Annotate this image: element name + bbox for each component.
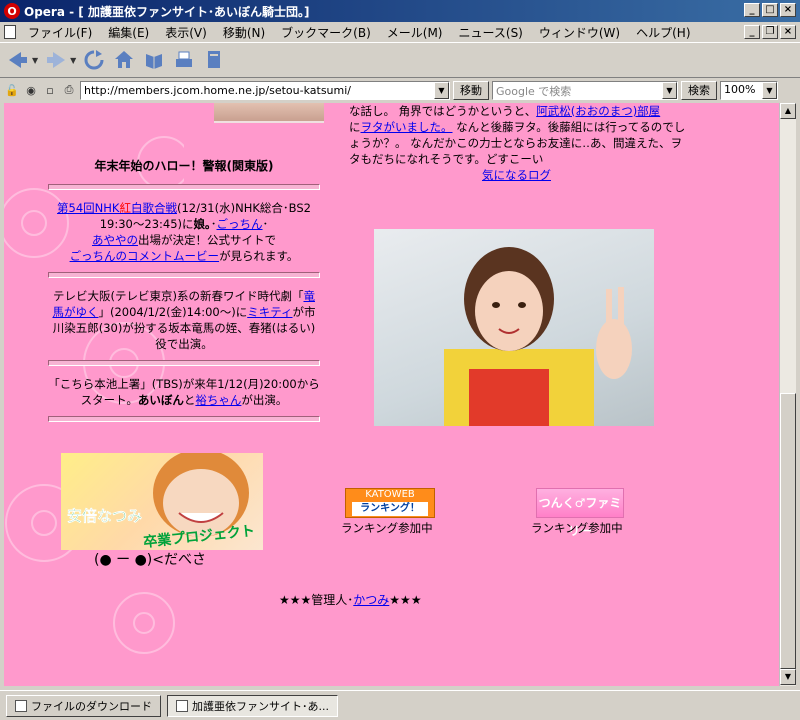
news-item-kohaku: 第54回NHK紅白歌合戦(12/31(水)NHK総合･BS2 19:30〜23:… <box>57 201 311 263</box>
mdi-restore-button[interactable]: ❐ <box>762 25 778 39</box>
scroll-thumb[interactable] <box>780 393 796 669</box>
katoweb-ranking-banner[interactable]: KATOWEB ランキング！ <box>345 488 435 518</box>
menu-file[interactable]: ファイル(F) <box>20 24 100 41</box>
gocchin-link[interactable]: ごっちん <box>217 217 263 231</box>
download-tab[interactable]: ファイルのダウンロード <box>6 694 161 717</box>
scroll-up-button[interactable]: ▲ <box>780 103 796 119</box>
document-icon <box>4 25 16 39</box>
admin-footer: ★★★管理人･かつみ★★★ <box>279 593 422 607</box>
divider <box>48 184 320 190</box>
navigation-toolbar: ▼ ▼ <box>0 42 800 78</box>
ranking-caption: ランキング参加中 <box>531 521 623 535</box>
top-photo-fragment <box>214 103 324 123</box>
go-button[interactable]: 移動 <box>453 80 489 100</box>
print-button[interactable] <box>172 48 196 72</box>
menu-bar: ファイル(F) 編集(E) 表示(V) 移動(N) ブックマーク(B) メール(… <box>0 22 800 42</box>
new-page-button[interactable] <box>202 48 226 72</box>
search-input[interactable]: Google で検索 ▼ <box>492 80 678 100</box>
url-dropdown-icon[interactable]: ▼ <box>434 81 449 99</box>
menu-navigate[interactable]: 移動(N) <box>215 24 273 41</box>
divider <box>48 360 320 366</box>
forward-dropdown-icon[interactable]: ▼ <box>70 56 76 65</box>
katoweb-logo-text: KATOWEB <box>346 489 434 501</box>
katoweb-ranking-text: ランキング！ <box>352 502 428 516</box>
natsumi-graduation-banner[interactable]: 安倍なつみ 卒業プロジェクト <box>61 453 263 550</box>
notice-title: 年末年始のハロー！警報(関東版) <box>94 159 274 173</box>
scroll-down-button[interactable]: ▼ <box>780 669 796 685</box>
window-title: Opera - [ 加護亜依ファンサイト･あいぼん騎士団。] <box>24 4 310 19</box>
divider <box>48 416 320 422</box>
menu-bookmarks[interactable]: ブックマーク(B) <box>273 24 379 41</box>
hotlist-button[interactable] <box>142 48 166 72</box>
address-bar: 🔓 ◉ ▫ ⎙ http://members.jcom.home.ne.jp/s… <box>0 79 800 101</box>
zoom-dropdown-icon[interactable]: ▼ <box>762 81 777 99</box>
url-input[interactable]: http://members.jcom.home.ne.jp/setou-kat… <box>80 80 450 100</box>
search-engine-dropdown-icon[interactable]: ▼ <box>662 81 677 99</box>
news-item-ikegami: 「こちら本池上署」(TBS)が来年1/12(月)20:00からスタート。あいぼん… <box>48 377 320 407</box>
hotlist-icon <box>146 54 163 69</box>
kohaku-link[interactable]: 第54回NHK紅白歌合戦 <box>57 201 177 215</box>
lock-icon[interactable]: 🔓 <box>4 82 20 98</box>
natsumi-banner-title: 安倍なつみ <box>67 507 143 525</box>
idol-photo <box>374 229 654 426</box>
maximize-button[interactable]: □ <box>762 3 778 17</box>
katsumi-link[interactable]: かつみ <box>353 593 389 607</box>
news-item-ryoma: テレビ大阪(テレビ東京)系の新春ワイド時代劇「竜馬がゆく」(2004/1/2(金… <box>52 289 316 351</box>
zoom-select[interactable]: 100% ▼ <box>720 80 778 100</box>
close-button[interactable]: × <box>780 3 796 17</box>
back-arrow-icon <box>9 52 27 68</box>
menu-news[interactable]: ニュース(S) <box>450 24 530 41</box>
new-page-icon <box>208 51 221 68</box>
onomatsu-link[interactable]: 阿武松(おおのまつ)部屋 <box>536 104 660 118</box>
mikitty-link[interactable]: ミキティ <box>247 305 292 319</box>
zoom-value: 100% <box>724 82 756 96</box>
minimize-button[interactable]: _ <box>744 3 760 17</box>
menu-mail[interactable]: メール(M) <box>379 24 451 41</box>
back-button[interactable] <box>6 48 30 72</box>
yuko-link[interactable]: 裕ちゃん <box>195 393 241 407</box>
search-button[interactable]: 検索 <box>681 80 717 100</box>
back-dropdown-icon[interactable]: ▼ <box>32 56 38 65</box>
menu-help[interactable]: ヘルプ(H) <box>628 24 698 41</box>
cookie-icon[interactable]: ◉ <box>23 82 39 98</box>
divider <box>48 272 320 278</box>
window-tab-bar: ファイルのダウンロード 加護亜依ファンサイト･あ... <box>0 690 800 720</box>
reload-button[interactable] <box>82 48 106 72</box>
log-link[interactable]: 気になるログ <box>482 167 551 183</box>
dabesa-caption: (● ー ●)<だべさ <box>94 552 206 568</box>
title-bar: O Opera - [ 加護亜依ファンサイト･あいぼん騎士団。] _ □ × <box>0 0 800 22</box>
menu-edit[interactable]: 編集(E) <box>100 24 157 41</box>
download-icon <box>15 699 27 712</box>
reload-icon <box>84 50 104 70</box>
home-icon <box>115 51 134 68</box>
forward-arrow-icon <box>47 52 66 68</box>
gocchin-movie-link[interactable]: ごっちんのコメントムービー <box>70 249 220 263</box>
search-placeholder: Google で検索 <box>496 84 572 98</box>
tsunku-family-banner[interactable]: つんく♂ファミリー <box>536 488 624 538</box>
forward-button[interactable] <box>44 48 68 72</box>
menu-window[interactable]: ウィンドウ(W) <box>531 24 628 41</box>
url-text: http://members.jcom.home.ne.jp/setou-kat… <box>84 83 351 97</box>
opera-logo-icon: O <box>4 3 20 19</box>
mdi-minimize-button[interactable]: _ <box>744 25 760 39</box>
home-button[interactable] <box>112 48 136 72</box>
blog-text: な話し。 角界ではどうかというと、阿武松(おおのまつ)部屋 にヲタがいました。 … <box>349 104 686 166</box>
idol-photo-illustration <box>444 247 632 426</box>
page-viewport[interactable]: 年末年始のハロー！警報(関東版) 第54回NHK紅白歌合戦(12/31(水)NH… <box>4 103 779 686</box>
info-icon[interactable]: ▫ <box>42 82 58 98</box>
ayaya-link[interactable]: あややの <box>92 233 138 247</box>
wota-link[interactable]: ヲタがいました。 <box>361 120 453 134</box>
page-icon <box>176 699 188 712</box>
mdi-close-button[interactable]: × <box>780 25 796 39</box>
news-column: 年末年始のハロー！警報(関東版) 第54回NHK紅白歌合戦(12/31(水)NH… <box>48 158 320 432</box>
ranking-caption: ランキング参加中 <box>341 521 433 535</box>
page-tab[interactable]: 加護亜依ファンサイト･あ... <box>167 694 338 717</box>
print-small-icon[interactable]: ⎙ <box>61 82 77 98</box>
vertical-scrollbar[interactable]: ▲ ▼ <box>779 103 796 686</box>
print-icon <box>176 51 193 67</box>
menu-view[interactable]: 表示(V) <box>157 24 215 41</box>
